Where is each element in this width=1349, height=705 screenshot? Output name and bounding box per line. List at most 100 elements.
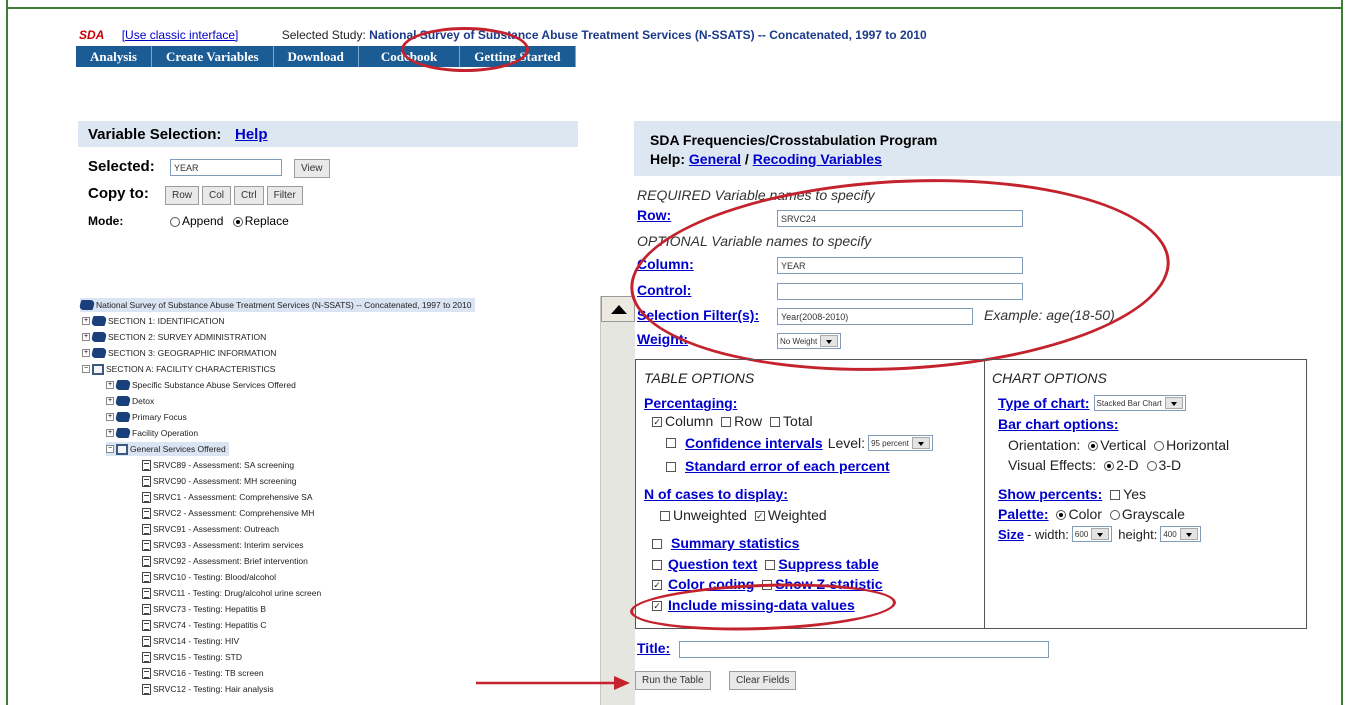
row-checkbox[interactable] [721, 417, 732, 428]
tree-section-3[interactable]: + SECTION 3: GEOGRAPHIC INFORMATION [82, 346, 276, 360]
expand-icon[interactable]: + [106, 429, 114, 437]
run-table-button[interactable]: Run the Table [635, 671, 711, 690]
tree-variable[interactable]: SRVC1 - Assessment: Comprehensive SA [142, 490, 313, 504]
suppress-checkbox[interactable] [765, 560, 776, 571]
help-general-link[interactable]: General [689, 151, 741, 167]
3d-radio[interactable] [1146, 461, 1157, 472]
tree-variable[interactable]: SRVC93 - Assessment: Interim services [142, 538, 304, 552]
help-recoding-link[interactable]: Recoding Variables [753, 151, 882, 167]
mode-append-label: Append [182, 214, 224, 228]
height-select[interactable]: 400 [1160, 526, 1201, 542]
mode-label: Mode: [88, 214, 124, 228]
n-cases-link[interactable]: N of cases to display: [644, 486, 788, 502]
color-radio[interactable] [1056, 510, 1067, 521]
nav-download[interactable]: Download [274, 46, 359, 67]
tree-variable[interactable]: SRVC15 - Testing: STD [142, 650, 242, 664]
tree-section-1[interactable]: + SECTION 1: IDENTIFICATION [82, 314, 225, 328]
grayscale-radio[interactable] [1109, 510, 1120, 521]
expand-icon[interactable]: + [106, 413, 114, 421]
show-percents-link[interactable]: Show percents: [998, 486, 1102, 502]
suppress-link[interactable]: Suppress table [778, 556, 878, 572]
tree-variable[interactable]: SRVC89 - Assessment: SA screening [142, 458, 294, 472]
title-input[interactable] [679, 641, 1049, 658]
percentaging-link[interactable]: Percentaging: [644, 395, 737, 411]
chart-type-select[interactable]: Stacked Bar Chart [1093, 395, 1186, 411]
2d-radio[interactable] [1104, 461, 1115, 472]
copy-row-button[interactable]: Row [165, 186, 200, 205]
horizontal-radio[interactable] [1154, 441, 1165, 452]
expand-icon[interactable]: + [82, 349, 90, 357]
show-percents-checkbox[interactable] [1110, 490, 1121, 501]
bar-options-link[interactable]: Bar chart options: [998, 416, 1119, 432]
options-divider [984, 360, 985, 628]
tree-variable[interactable]: SRVC73 - Testing: Hepatitis B [142, 602, 266, 616]
variable-selection-header: Variable Selection: Help [78, 121, 578, 147]
confidence-link[interactable]: Confidence intervals [685, 435, 823, 451]
tree-variable[interactable]: SRVC14 - Testing: HIV [142, 634, 239, 648]
nav-analysis[interactable]: Analysis [76, 46, 152, 67]
tree-variable[interactable]: SRVC74 - Testing: Hepatitis C [142, 618, 267, 632]
tree-variable[interactable]: SRVC2 - Assessment: Comprehensive MH [142, 506, 314, 520]
nav-create-variables[interactable]: Create Variables [152, 46, 274, 67]
level-select[interactable]: 95 percent [868, 435, 933, 451]
tree-variable[interactable]: SRVC16 - Testing: TB screen [142, 666, 264, 680]
tree-scrollbar[interactable] [600, 296, 635, 705]
unweighted-checkbox[interactable] [660, 511, 670, 522]
copy-col-button[interactable]: Col [202, 186, 232, 205]
size-link[interactable]: Size [998, 527, 1024, 542]
collapse-icon[interactable]: − [106, 445, 114, 453]
mode-replace-radio[interactable] [232, 216, 243, 227]
tree-section-a[interactable]: − SECTION A: FACILITY CHARACTERISTICS [82, 362, 275, 376]
tree-sub-facility[interactable]: + Facility Operation [106, 426, 198, 440]
tree-sub-specific[interactable]: + Specific Substance Abuse Services Offer… [106, 378, 296, 392]
tree-sub-detox[interactable]: + Detox [106, 394, 154, 408]
question-text-link[interactable]: Question text [668, 556, 757, 572]
mode-append-radio[interactable] [170, 216, 180, 227]
expand-icon[interactable]: + [106, 397, 114, 405]
tree-variable[interactable]: SRVC90 - Assessment: MH screening [142, 474, 296, 488]
copy-filter-button[interactable]: Filter [266, 186, 303, 205]
width-select[interactable]: 600 [1071, 526, 1113, 542]
tree-variable[interactable]: SRVC11 - Testing: Drug/alcohol urine scr… [142, 586, 321, 600]
std-error-link[interactable]: Standard error of each percent [685, 458, 890, 474]
collapse-icon[interactable]: − [82, 365, 90, 373]
tree-variable[interactable]: SRVC91 - Assessment: Outreach [142, 522, 279, 536]
expand-icon[interactable]: + [106, 381, 114, 389]
selected-input[interactable]: YEAR [170, 159, 282, 176]
expand-icon[interactable]: + [82, 317, 90, 325]
copy-to-buttons: Row Col Ctrl Filter [165, 186, 303, 205]
document-icon [142, 587, 151, 599]
tree-variable[interactable]: SRVC92 - Assessment: Brief intervention [142, 554, 308, 568]
clear-fields-button[interactable]: Clear Fields [729, 671, 797, 690]
color-coding-checkbox[interactable]: ✓ [652, 580, 662, 591]
tree-variable[interactable]: SRVC12 - Testing: Hair analysis [142, 682, 274, 696]
summary-checkbox[interactable] [652, 539, 662, 550]
variable-selection-help-link[interactable]: Help [235, 126, 268, 143]
copy-ctrl-button[interactable]: Ctrl [234, 186, 264, 205]
column-checkbox[interactable]: ✓ [652, 417, 662, 428]
tree-sub-general[interactable]: − General Services Offered [106, 442, 229, 456]
tree-section-2[interactable]: + SECTION 2: SURVEY ADMINISTRATION [82, 330, 266, 344]
chart-options-heading: CHART OPTIONS [992, 370, 1107, 386]
question-text-checkbox[interactable] [652, 560, 662, 571]
total-checkbox[interactable] [770, 417, 781, 428]
std-error-checkbox[interactable] [666, 462, 676, 473]
document-icon [142, 507, 151, 519]
tree-variable[interactable]: SRVC10 - Testing: Blood/alcohol [142, 570, 276, 584]
view-button[interactable]: View [294, 159, 330, 178]
classic-interface-link[interactable]: [Use classic interface] [122, 28, 239, 42]
summary-link[interactable]: Summary statistics [671, 535, 799, 551]
document-icon [142, 475, 151, 487]
row-link[interactable]: Row: [637, 207, 671, 223]
scroll-up-button[interactable] [601, 296, 635, 322]
weighted-checkbox[interactable]: ✓ [754, 511, 765, 522]
confidence-checkbox[interactable] [666, 438, 676, 448]
title-link[interactable]: Title: [637, 640, 670, 656]
tree-sub-primary[interactable]: + Primary Focus [106, 410, 187, 424]
expand-icon[interactable]: + [82, 333, 90, 341]
palette-link[interactable]: Palette: [998, 506, 1049, 522]
tree-root[interactable]: National Survey of Substance Abuse Treat… [78, 298, 476, 312]
red-arrow-annotation [476, 676, 630, 690]
vertical-radio[interactable] [1088, 441, 1099, 452]
chart-type-link[interactable]: Type of chart: [998, 395, 1090, 411]
